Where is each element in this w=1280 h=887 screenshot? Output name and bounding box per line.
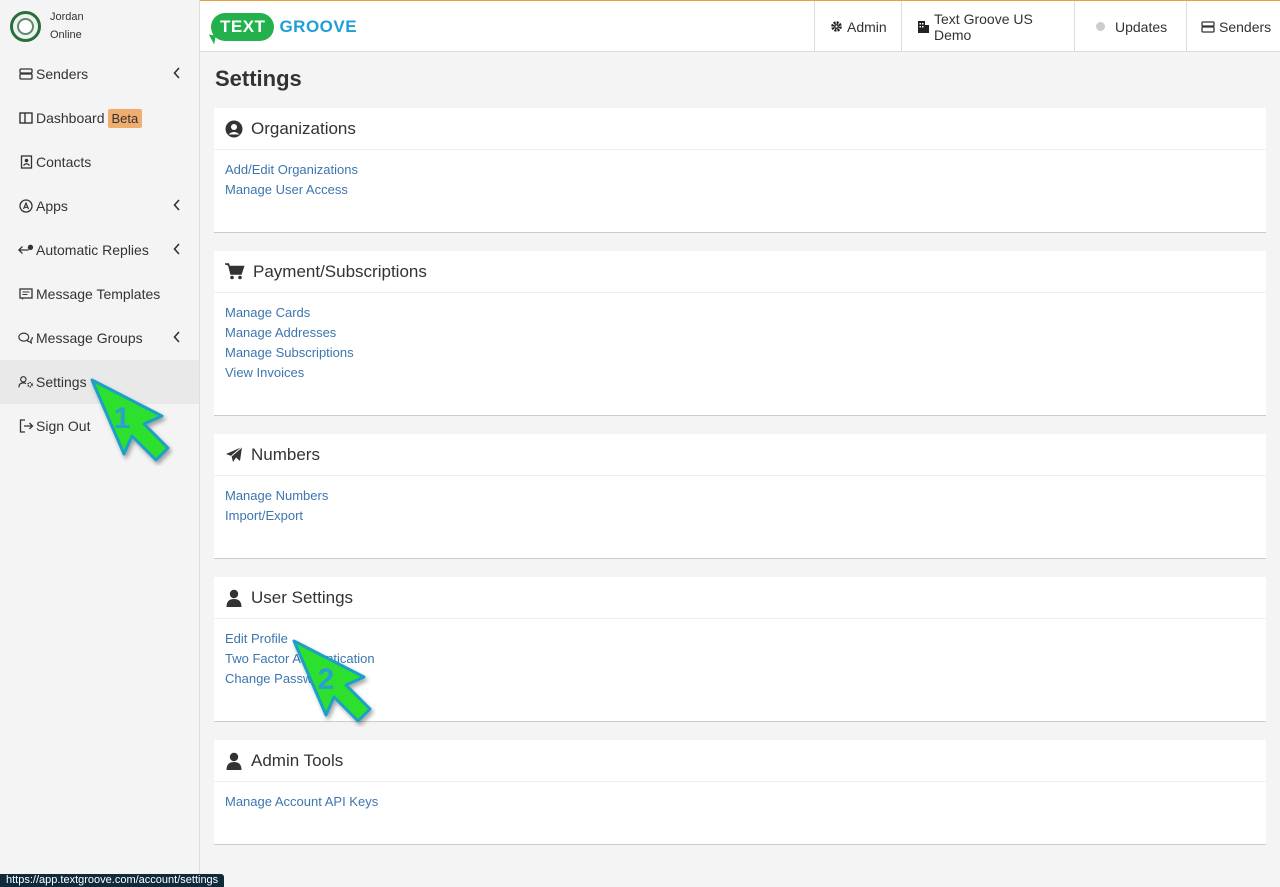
senders-label: Senders (1219, 18, 1272, 35)
sidebar-item-dashboard[interactable]: Dashboard Beta (0, 96, 199, 140)
sidebar-item-label: Apps (36, 198, 68, 214)
chevron-left-icon (173, 330, 181, 346)
panel-header: Organizations (214, 108, 1266, 150)
textgroove-logo[interactable]: TEXT GROOVE (211, 12, 357, 42)
shopping-cart-icon (225, 263, 245, 281)
organizations-panel: Organizations Add/Edit Organizations Man… (214, 108, 1266, 233)
user-circle-icon (225, 120, 243, 138)
beta-badge: Beta (107, 108, 143, 128)
updates-menu[interactable]: Updates (1074, 1, 1186, 52)
step-1-arrow-annotation: 1 (90, 378, 170, 462)
top-nav: Admin Text Groove US Demo Updates Sender… (814, 1, 1280, 52)
template-icon (18, 286, 34, 302)
sidebar-item-label: Message Groups (36, 330, 143, 346)
panel-title: Payment/Subscriptions (253, 261, 427, 281)
inbox-stack-icon (18, 66, 34, 82)
app-store-icon (18, 198, 34, 214)
user-status: Online (50, 29, 82, 41)
avatar (10, 10, 41, 42)
panel-title: Organizations (251, 118, 356, 138)
contact-card-icon (18, 154, 34, 170)
manage-subscriptions-link[interactable]: Manage Subscriptions (225, 343, 1255, 363)
chevron-left-icon (173, 198, 181, 214)
organization-label: Text Groove US Demo (934, 10, 1033, 43)
import-export-link[interactable]: Import/Export (225, 506, 1255, 526)
sidebar-item-label: Dashboard (36, 110, 105, 126)
page-title: Settings (215, 66, 302, 91)
step-2-label: 2 (318, 663, 335, 696)
reply-icon (18, 242, 34, 258)
chevron-left-icon (173, 242, 181, 258)
main-content: Settings Organizations Add/Edit Organiza… (200, 52, 1280, 887)
status-dot-icon (1096, 22, 1105, 31)
updates-label: Updates (1115, 18, 1168, 35)
sidebar-item-label: Senders (36, 66, 89, 82)
sidebar-item-senders[interactable]: Senders (0, 52, 199, 96)
user-icon (225, 589, 243, 607)
panel-header: Numbers (214, 434, 1266, 476)
top-bar: TEXT GROOVE Admin Text Groove US Demo Up… (200, 0, 1280, 52)
panel-title: Admin Tools (251, 750, 344, 770)
sidebar-item-label: Sign Out (36, 418, 91, 434)
add-edit-organizations-link[interactable]: Add/Edit Organizations (225, 160, 1255, 180)
sidebar-item-label: Settings (36, 374, 87, 390)
panel-header: Admin Tools (214, 740, 1266, 782)
sidebar-item-label: Automatic Replies (36, 242, 149, 258)
numbers-panel: Numbers Manage Numbers Import/Export (214, 434, 1266, 559)
panel-header: User Settings (214, 577, 1266, 619)
sidebar-item-apps[interactable]: Apps (0, 184, 199, 228)
manage-numbers-link[interactable]: Manage Numbers (225, 486, 1255, 506)
admin-menu[interactable]: Admin (814, 1, 901, 52)
sidebar-item-automatic-replies[interactable]: Automatic Replies (0, 228, 199, 272)
chevron-left-icon (173, 66, 181, 82)
dashboard-icon (18, 110, 34, 126)
step-1-label: 1 (114, 402, 131, 435)
logo-text-part1: TEXT (211, 13, 275, 41)
sidebar-item-message-templates[interactable]: Message Templates (0, 272, 199, 316)
sidebar-item-message-groups[interactable]: Message Groups (0, 316, 199, 360)
user-gear-icon (18, 374, 34, 390)
user-icon (225, 752, 243, 770)
sidebar-item-label: Contacts (36, 154, 92, 170)
admin-tools-panel: Admin Tools Manage Account API Keys (214, 740, 1266, 845)
manage-account-api-keys-link[interactable]: Manage Account API Keys (225, 792, 1255, 812)
panel-title: User Settings (251, 587, 354, 607)
gear-icon (830, 20, 843, 33)
admin-label: Admin (847, 18, 887, 35)
sign-out-icon (18, 418, 34, 434)
chat-group-icon (18, 330, 34, 346)
user-panel: Jordan Online (0, 0, 199, 52)
sidebar-item-contacts[interactable]: Contacts (0, 140, 199, 184)
status-bar-url: https://app.textgroove.com/account/setti… (0, 874, 225, 887)
manage-addresses-link[interactable]: Manage Addresses (225, 323, 1255, 343)
view-invoices-link[interactable]: View Invoices (225, 363, 1255, 383)
user-name: Jordan (50, 11, 84, 23)
inbox-stack-icon (1201, 20, 1215, 34)
sidebar-item-label: Message Templates (36, 286, 161, 302)
building-icon (917, 20, 930, 33)
manage-cards-link[interactable]: Manage Cards (225, 303, 1255, 323)
senders-menu[interactable]: Senders (1186, 1, 1280, 52)
payment-subscriptions-panel: Payment/Subscriptions Manage Cards Manag… (214, 251, 1266, 416)
organization-menu[interactable]: Text Groove US Demo (901, 1, 1074, 52)
panel-header: Payment/Subscriptions (214, 251, 1266, 293)
panel-title: Numbers (251, 444, 320, 464)
step-2-arrow-annotation: 2 (292, 639, 372, 723)
paper-plane-icon (225, 446, 243, 464)
manage-user-access-link[interactable]: Manage User Access (225, 180, 1255, 200)
logo-text-part2: GROOVE (279, 17, 358, 36)
